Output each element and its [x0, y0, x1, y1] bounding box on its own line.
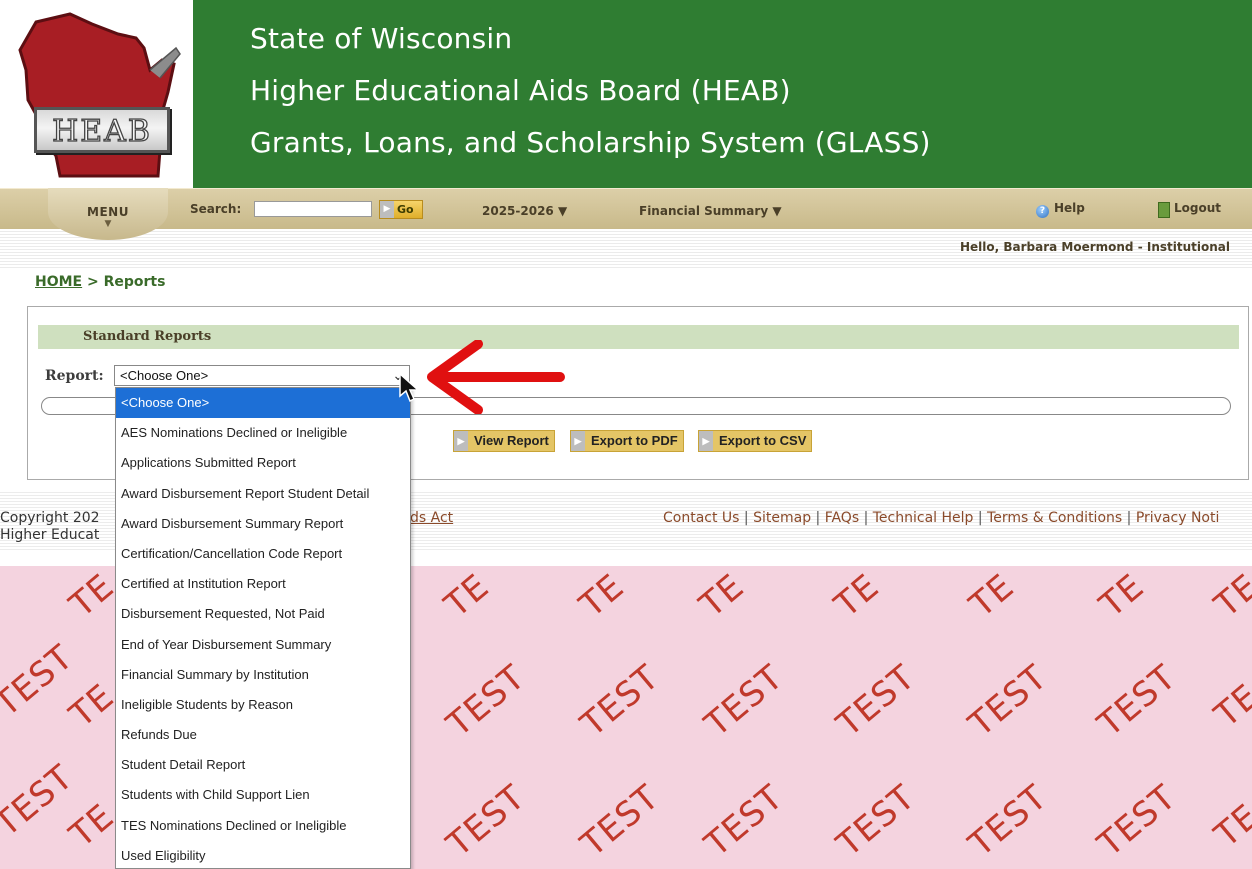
report-option[interactable]: Award Disbursement Summary Report [116, 509, 410, 539]
report-option[interactable]: Financial Summary by Institution [116, 660, 410, 690]
annotation-arrow-icon [427, 340, 565, 414]
watermark-text: TEST [961, 657, 1056, 745]
watermark-text: TE [1092, 566, 1152, 626]
heab-logo-plate: HEAB [34, 107, 170, 153]
footer-separator: | [977, 510, 988, 526]
standard-reports-header: Standard Reports [38, 325, 1239, 349]
footer-separator: | [815, 510, 825, 526]
breadcrumb-current: Reports [103, 274, 166, 290]
watermark-text: TEST [697, 657, 792, 745]
search-label: Search: [190, 202, 242, 216]
faqs-link[interactable]: FAQs [825, 510, 859, 526]
view-report-button[interactable]: ▶ View Report [453, 430, 555, 452]
report-select-value: <Choose One> [120, 368, 209, 383]
watermark-text: TEST [829, 777, 924, 865]
watermark-text: TE [827, 566, 887, 626]
report-option[interactable]: Ineligible Students by Reason [116, 690, 410, 720]
footer-agency: Higher Educat [0, 527, 100, 543]
watermark-text: TE [572, 566, 632, 626]
award-year-dropdown[interactable]: 2025-2026 ▼ [482, 204, 567, 218]
menu-label: MENU [87, 205, 129, 219]
watermark-text: TEST [439, 777, 534, 865]
export-pdf-label: Export to PDF [591, 433, 678, 448]
watermark-text: TE [1207, 796, 1252, 856]
watermark-text: TEST [697, 777, 792, 865]
watermark-text: TE [62, 566, 122, 626]
watermark-text: TEST [1090, 657, 1185, 745]
report-option[interactable]: Refunds Due [116, 720, 410, 750]
report-option[interactable]: Disbursement Requested, Not Paid [116, 599, 410, 629]
banner-system-title: Grants, Loans, and Scholarship System (G… [250, 126, 931, 159]
export-csv-label: Export to CSV [719, 433, 807, 448]
banner-state-title: State of Wisconsin [250, 22, 513, 55]
watermark-text: TE [437, 566, 497, 626]
watermark-text: TEST [573, 657, 668, 745]
report-select[interactable]: <Choose One> ⌄ [114, 365, 410, 386]
watermark-text: TE [62, 796, 122, 856]
footer-links: Contact Us | Sitemap | FAQs | Technical … [663, 510, 1219, 526]
logout-icon[interactable] [1158, 202, 1170, 218]
menu-caret-icon: ▼ [104, 219, 112, 229]
breadcrumb-home-link[interactable]: HOME [35, 274, 82, 290]
report-option[interactable]: Student Detail Report [116, 750, 410, 780]
report-option[interactable]: AES Nominations Declined or Ineligible [116, 418, 410, 448]
go-label: Go [397, 203, 414, 216]
button-arrow-icon: ▶ [571, 431, 585, 451]
watermark-text: TE [62, 676, 122, 736]
report-label: Report: [45, 368, 104, 384]
go-arrow-icon: ▶ [380, 201, 394, 218]
report-option[interactable]: Students with Child Support Lien [116, 780, 410, 810]
standard-reports-title: Standard Reports [83, 329, 212, 344]
report-option[interactable]: End of Year Disbursement Summary [116, 630, 410, 660]
sitemap-link[interactable]: Sitemap [753, 510, 811, 526]
report-option[interactable]: Applications Submitted Report [116, 448, 410, 478]
report-option[interactable]: Certification/Cancellation Code Report [116, 539, 410, 569]
logout-link[interactable]: Logout [1174, 201, 1221, 215]
breadcrumb: HOME > Reports [35, 274, 165, 290]
header-banner: State of Wisconsin Higher Educational Ai… [193, 0, 1252, 188]
export-csv-button[interactable]: ▶ Export to CSV [698, 430, 813, 452]
watermark-text: TEST [961, 777, 1056, 865]
watermark-text: TEST [439, 657, 534, 745]
search-input[interactable] [254, 201, 372, 217]
heab-logo: HEAB [0, 0, 193, 188]
watermark-text: TE [692, 566, 752, 626]
watermark-text: TEST [573, 777, 668, 865]
wisconsin-state-icon [18, 12, 181, 178]
report-options-list[interactable]: <Choose One> AES Nominations Declined or… [115, 387, 411, 869]
button-arrow-icon: ▶ [454, 431, 468, 451]
button-arrow-icon: ▶ [699, 431, 713, 451]
footer-separator: | [743, 510, 754, 526]
help-icon[interactable]: ? [1036, 205, 1049, 218]
user-greeting: Hello, Barbara Moermond - Institutional [959, 240, 1230, 254]
export-pdf-button[interactable]: ▶ Export to PDF [570, 430, 684, 452]
footer-separator: | [863, 510, 873, 526]
report-option[interactable]: TES Nominations Declined or Ineligible [116, 811, 410, 841]
technical-help-link[interactable]: Technical Help [873, 510, 974, 526]
financial-summary-dropdown[interactable]: Financial Summary ▼ [639, 204, 782, 218]
watermark-text: TEST [1090, 777, 1185, 865]
breadcrumb-separator: > [82, 274, 104, 290]
watermark-text: TEST [829, 657, 924, 745]
heab-logo-text: HEAB [51, 113, 152, 149]
footer-separator: | [1126, 510, 1136, 526]
terms-conditions-link[interactable]: Terms & Conditions [987, 510, 1122, 526]
footer-copyright: Copyright 202 [0, 510, 100, 526]
report-option[interactable]: <Choose One> [116, 388, 410, 419]
report-option[interactable]: Certified at Institution Report [116, 569, 410, 599]
mouse-cursor-icon [399, 372, 420, 403]
footer-act-link[interactable]: ds Act [410, 510, 453, 526]
watermark-text: TE [1207, 566, 1252, 626]
view-report-label: View Report [474, 433, 549, 448]
banner-agency-title: Higher Educational Aids Board (HEAB) [250, 74, 791, 107]
search-go-button[interactable]: ▶ Go [379, 200, 423, 219]
contact-us-link[interactable]: Contact Us [663, 510, 739, 526]
privacy-notice-link[interactable]: Privacy Noti [1136, 510, 1220, 526]
watermark-text: TE [1207, 676, 1252, 736]
help-link[interactable]: Help [1054, 201, 1085, 215]
report-option[interactable]: Used Eligibility [116, 841, 410, 868]
watermark-text: TE [962, 566, 1022, 626]
report-option[interactable]: Award Disbursement Report Student Detail [116, 479, 410, 509]
